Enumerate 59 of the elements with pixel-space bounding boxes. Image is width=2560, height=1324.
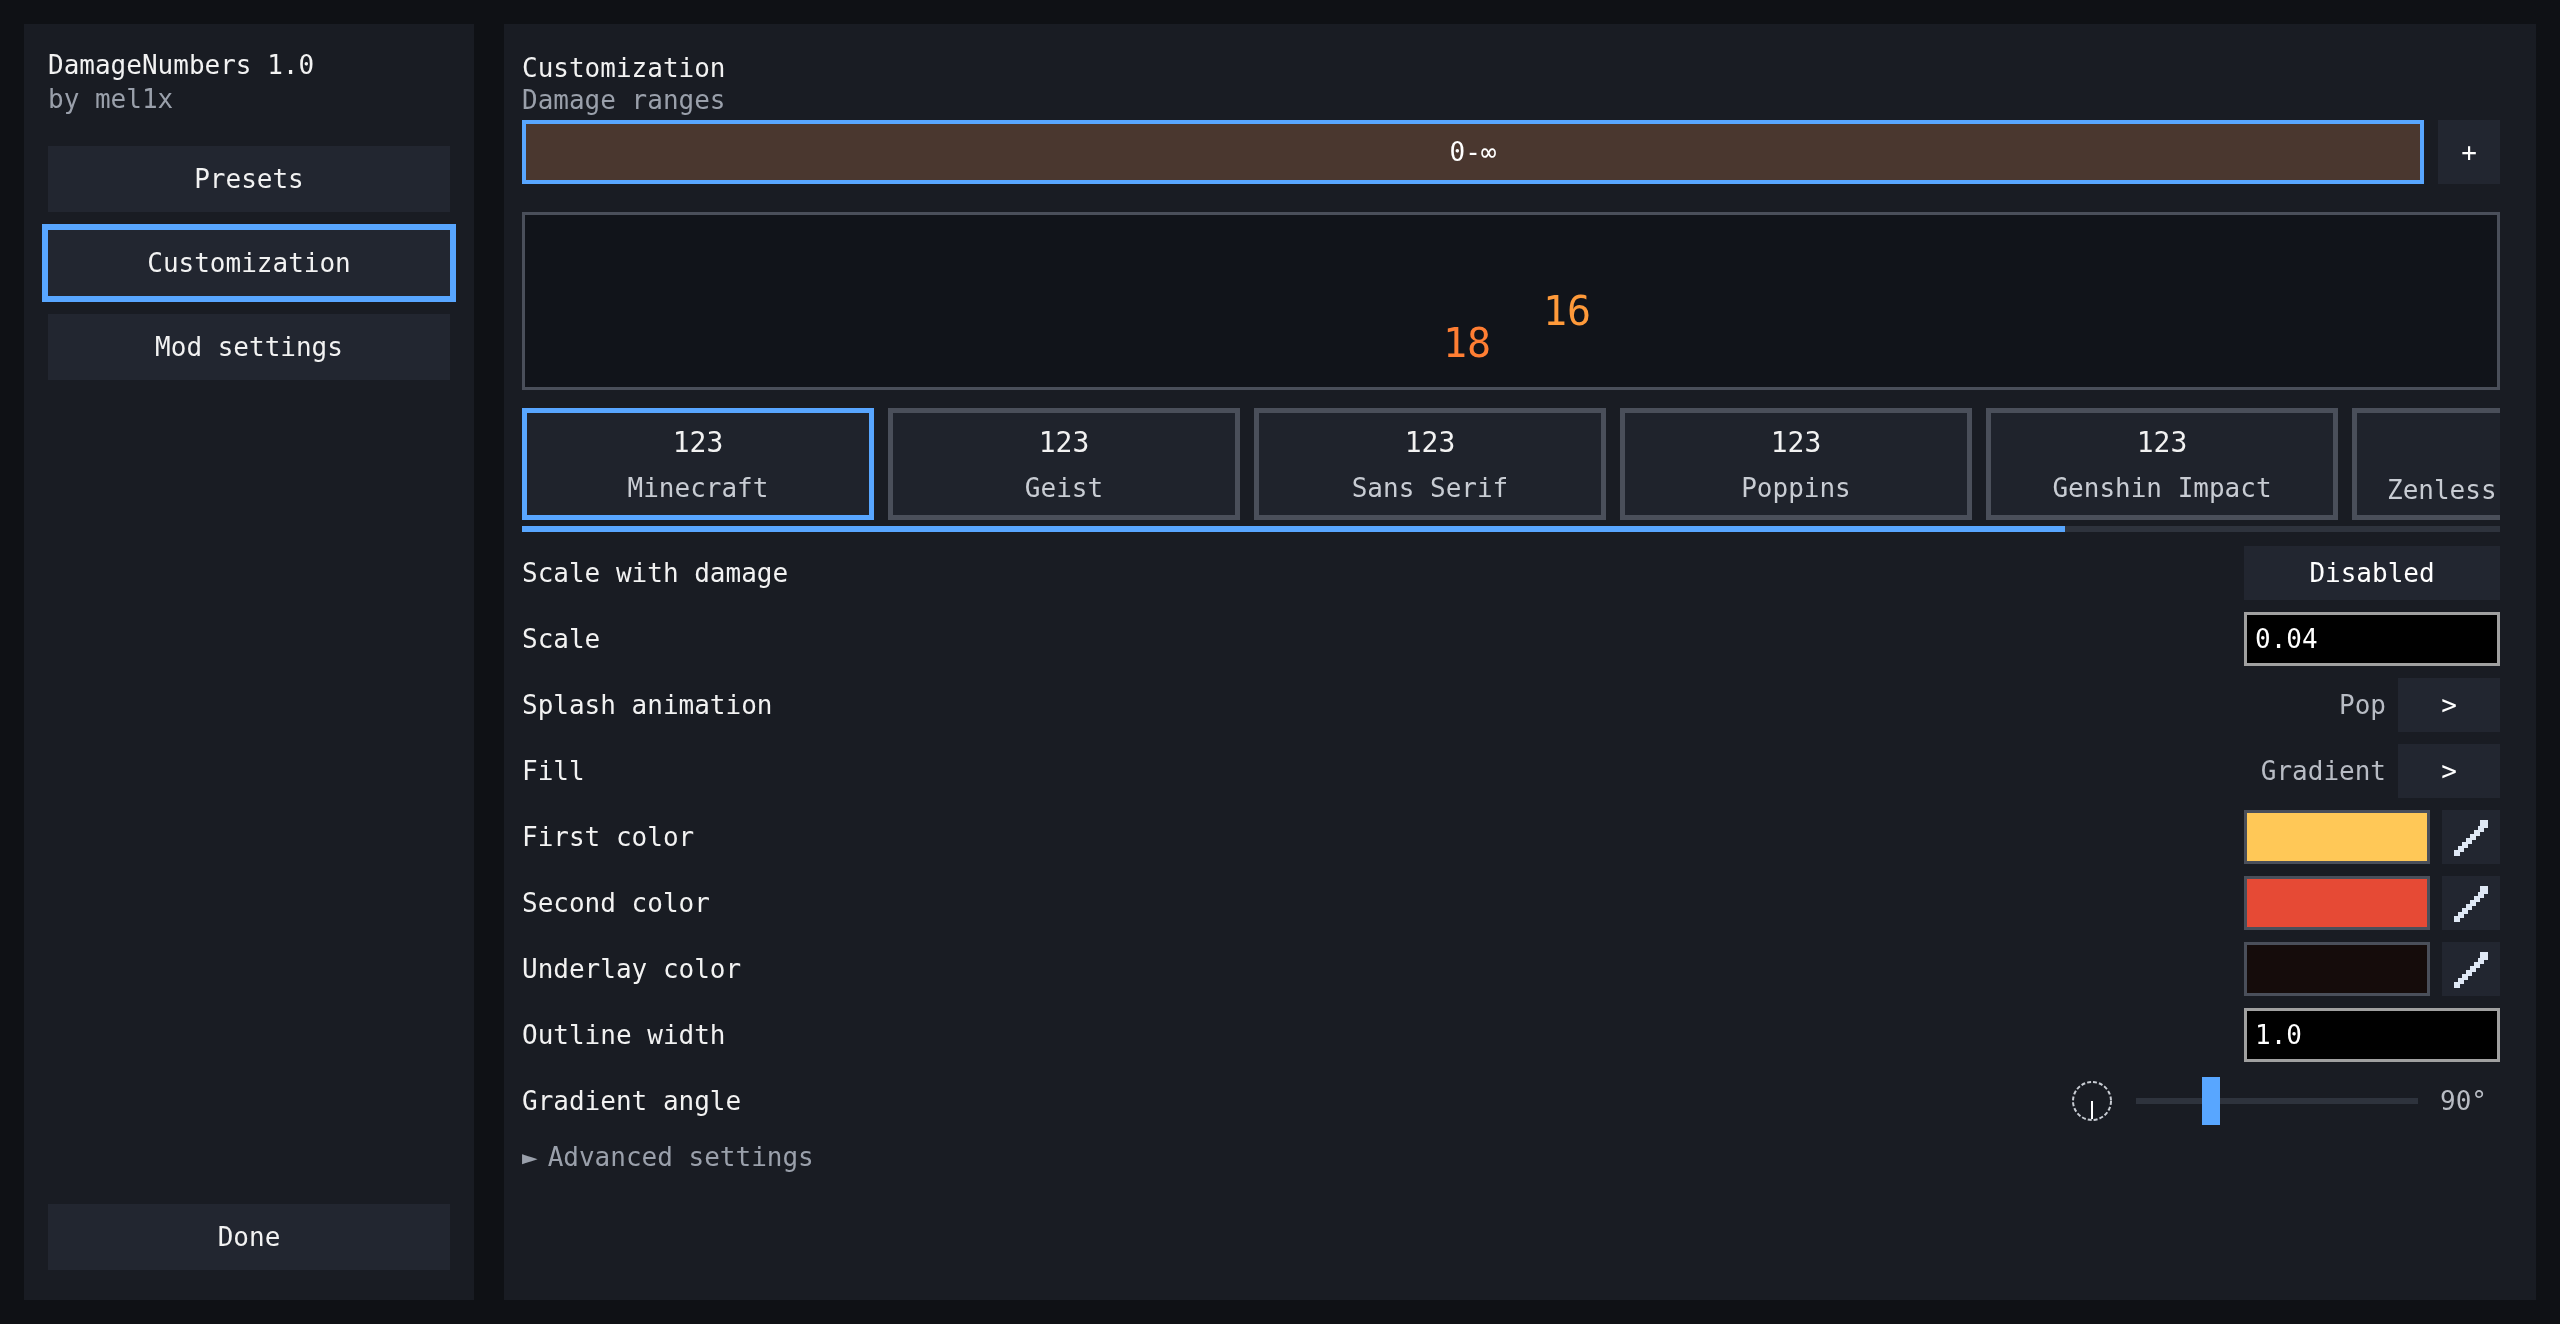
eyedropper-button[interactable] xyxy=(2442,810,2500,864)
font-sample: 123 xyxy=(672,425,724,459)
font-name: Genshin Impact xyxy=(2052,472,2272,503)
app-title: DamageNumbers 1.0 xyxy=(47,49,316,82)
color-swatch[interactable] xyxy=(2244,876,2430,930)
next-button[interactable]: > xyxy=(2398,678,2500,732)
sidebar-tab[interactable]: Customization xyxy=(42,224,456,302)
setting-label: Splash animation xyxy=(522,690,774,720)
sidebar-tab[interactable]: Presets xyxy=(48,146,450,212)
input-field[interactable]: 0.04 xyxy=(2244,612,2500,666)
add-button[interactable]: + xyxy=(2438,120,2500,184)
option-value: Pop xyxy=(2339,690,2386,720)
font-name: Zenless xyxy=(2387,475,2497,505)
eyedropper-icon xyxy=(2454,884,2488,922)
setting-label: Gradient angle xyxy=(522,1086,743,1116)
font-card[interactable]: Zenless xyxy=(2352,408,2500,520)
font-card[interactable]: 123 Poppins xyxy=(1620,408,1972,520)
eyedropper-icon xyxy=(2454,818,2488,856)
setting-label: Second color xyxy=(522,888,711,918)
advanced-toggle[interactable]: ► Advanced settings xyxy=(522,1142,814,1172)
slider-reading: 90° xyxy=(2440,1086,2488,1116)
setting-label: Scale xyxy=(522,624,602,654)
input-field[interactable]: 1.0 xyxy=(2244,1008,2500,1062)
font-name: Poppins xyxy=(1741,472,1851,503)
font-card[interactable]: 123 Sans Serif xyxy=(1254,408,1606,520)
color-swatch[interactable] xyxy=(2244,810,2430,864)
damage-number: 18 xyxy=(1443,323,1492,363)
font-card[interactable]: 123 Geist xyxy=(888,408,1240,520)
option-value: Gradient xyxy=(2260,756,2386,786)
font-name: Sans Serif xyxy=(1351,472,1509,503)
dial-icon[interactable] xyxy=(2070,1079,2114,1123)
font-name: Geist xyxy=(1024,472,1104,503)
sidebar-tab[interactable]: Mod settings xyxy=(48,314,450,380)
font-card[interactable]: 123 Genshin Impact xyxy=(1986,408,2338,520)
section-title: Customization xyxy=(522,52,727,84)
section-subtitle: Damage ranges xyxy=(522,84,727,116)
font-sample: 123 xyxy=(2136,425,2188,459)
eyedropper-button[interactable] xyxy=(2442,942,2500,996)
setting-label: First color xyxy=(522,822,696,852)
next-button[interactable]: > xyxy=(2398,744,2500,798)
font-card[interactable]: 123 Minecraft xyxy=(522,408,874,520)
eyedropper-icon xyxy=(2454,950,2488,988)
font-sample: 123 xyxy=(1770,425,1822,459)
font-sample: 123 xyxy=(1404,425,1456,459)
setting-label: Fill xyxy=(522,756,586,786)
color-swatch[interactable] xyxy=(2244,942,2430,996)
scrollbar[interactable] xyxy=(522,526,2500,532)
eyedropper-button[interactable] xyxy=(2442,876,2500,930)
font-name: Minecraft xyxy=(627,472,769,503)
font-sample: 123 xyxy=(1038,425,1090,459)
setting-label: Scale with damage xyxy=(522,558,790,588)
setting-label: Outline width xyxy=(522,1020,727,1050)
range-tab[interactable]: 0-∞ xyxy=(522,120,2424,184)
setting-label: Underlay color xyxy=(522,954,743,984)
slider-thumb[interactable] xyxy=(2202,1077,2220,1125)
damage-number: 16 xyxy=(1543,291,1592,331)
toggle-button[interactable]: Disabled xyxy=(2244,546,2500,600)
done-button[interactable]: Done xyxy=(48,1204,450,1270)
author-text: by mel1x xyxy=(47,83,175,116)
